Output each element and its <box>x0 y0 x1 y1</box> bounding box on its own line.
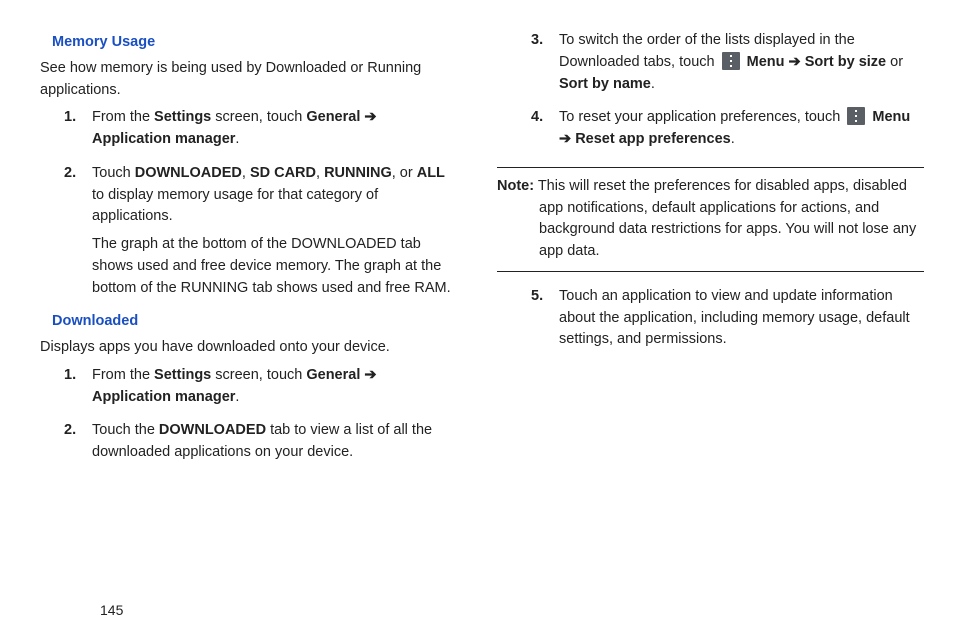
bold-text: Reset app preferences <box>575 131 731 147</box>
downloaded-list: 1. From the Settings screen, touch Gener… <box>64 365 457 470</box>
text: to display memory usage for that categor… <box>92 187 378 225</box>
bold-text: RUNNING <box>324 165 392 181</box>
item-number: 5. <box>531 286 559 357</box>
arrow-icon: ➔ <box>360 367 376 383</box>
list-item: 4. To reset your application preferences… <box>531 107 924 157</box>
item-body: To switch the order of the lists display… <box>559 30 924 101</box>
item-body: To reset your application preferences, t… <box>559 107 924 157</box>
text: , <box>242 165 250 181</box>
item-number: 3. <box>531 30 559 101</box>
note-label: Note: <box>497 178 534 194</box>
arrow-icon: ➔ <box>785 54 805 70</box>
item-body: From the Settings screen, touch General … <box>92 365 457 415</box>
arrow-icon: ➔ <box>559 131 575 147</box>
menu-icon <box>847 107 865 125</box>
bold-text: Application manager <box>92 131 235 147</box>
list-item: 2. Touch DOWNLOADED, SD CARD, RUNNING, o… <box>64 163 457 306</box>
list-item: 2. Touch the DOWNLOADED tab to view a li… <box>64 420 457 470</box>
text: . <box>651 76 655 92</box>
text: From the <box>92 109 154 125</box>
list-item: 3. To switch the order of the lists disp… <box>531 30 924 101</box>
text: To reset your application preferences, t… <box>559 109 844 125</box>
text: . <box>235 389 239 405</box>
list-item: 5. Touch an application to view and upda… <box>531 286 924 357</box>
text: The graph at the bottom of the DOWNLOADE… <box>92 234 457 299</box>
text: . <box>235 131 239 147</box>
text: Touch <box>92 165 135 181</box>
text: , <box>316 165 324 181</box>
text: , or <box>392 165 417 181</box>
arrow-icon: ➔ <box>360 109 376 125</box>
bold-text: DOWNLOADED <box>135 165 242 181</box>
bold-text: DOWNLOADED <box>159 422 266 438</box>
text: Touch the <box>92 422 159 438</box>
memory-usage-list: 1. From the Settings screen, touch Gener… <box>64 107 457 305</box>
text: Touch an application to view and update … <box>559 286 924 351</box>
list-item: 1. From the Settings screen, touch Gener… <box>64 365 457 415</box>
left-column: Memory Usage See how memory is being use… <box>30 30 457 476</box>
note-box: Note: This will reset the preferences fo… <box>497 167 924 272</box>
note-text: This will reset the preferences for disa… <box>534 178 916 259</box>
bold-text: Sort by name <box>559 76 651 92</box>
item-number: 2. <box>64 420 92 470</box>
text: From the <box>92 367 154 383</box>
text: screen, touch <box>211 367 306 383</box>
bold-text: Menu <box>747 54 785 70</box>
bold-text: Settings <box>154 109 211 125</box>
bold-text: Sort by size <box>805 54 886 70</box>
text: screen, touch <box>211 109 306 125</box>
bold-text: General <box>306 367 360 383</box>
item-body: Touch an application to view and update … <box>559 286 924 357</box>
item-number: 2. <box>64 163 92 306</box>
page-number: 145 <box>100 602 123 618</box>
bold-text: Menu <box>872 109 910 125</box>
list-item: 1. From the Settings screen, touch Gener… <box>64 107 457 157</box>
bold-text: General <box>306 109 360 125</box>
downloaded-intro: Displays apps you have downloaded onto y… <box>40 337 457 359</box>
after-note-list: 5. Touch an application to view and upda… <box>531 286 924 357</box>
bold-text: ALL <box>417 165 445 181</box>
item-body: From the Settings screen, touch General … <box>92 107 457 157</box>
item-number: 1. <box>64 107 92 157</box>
item-number: 4. <box>531 107 559 157</box>
text: . <box>731 131 735 147</box>
item-body: Touch the DOWNLOADED tab to view a list … <box>92 420 457 470</box>
item-number: 1. <box>64 365 92 415</box>
bold-text: Application manager <box>92 389 235 405</box>
right-column: 3. To switch the order of the lists disp… <box>497 30 924 476</box>
heading-memory-usage: Memory Usage <box>52 32 457 54</box>
item-body: Touch DOWNLOADED, SD CARD, RUNNING, or A… <box>92 163 457 306</box>
continued-list: 3. To switch the order of the lists disp… <box>531 30 924 157</box>
bold-text: SD CARD <box>250 165 316 181</box>
page-content: Memory Usage See how memory is being use… <box>0 0 954 486</box>
menu-icon <box>722 52 740 70</box>
bold-text: Settings <box>154 367 211 383</box>
text: or <box>886 54 903 70</box>
heading-downloaded: Downloaded <box>52 311 457 333</box>
memory-usage-intro: See how memory is being used by Download… <box>40 58 457 102</box>
